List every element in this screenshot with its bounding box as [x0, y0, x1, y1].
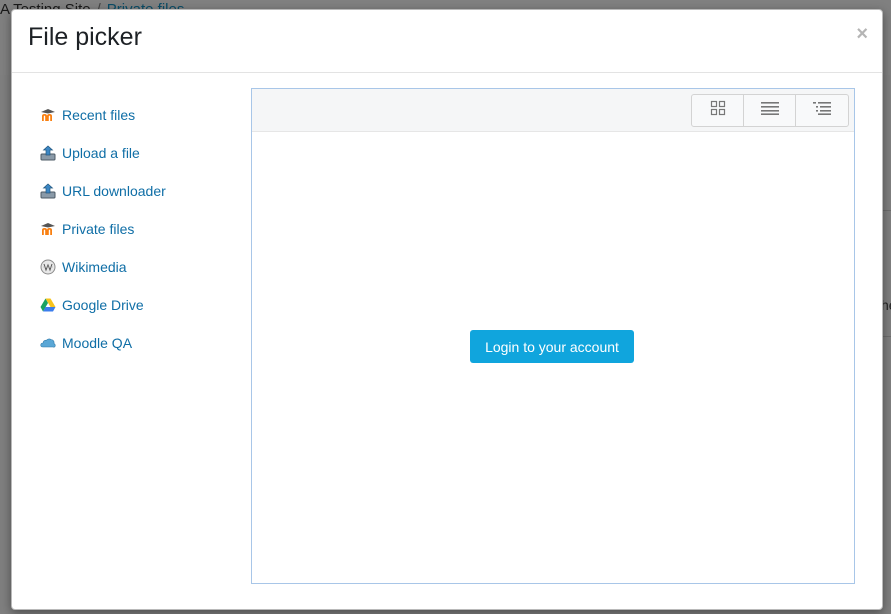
list-view-button[interactable] [744, 95, 796, 126]
grid-icon [710, 100, 726, 121]
moodle-icon [40, 107, 56, 123]
tree-view-button[interactable] [796, 95, 848, 126]
repository-item-moodle-qa[interactable]: Moodle QA [40, 324, 240, 362]
repository-item-url-downloader[interactable]: URL downloader [40, 172, 240, 210]
dialog-title: File picker [28, 23, 142, 51]
login-button[interactable]: Login to your account [470, 330, 634, 363]
repository-label: Private files [62, 221, 135, 237]
file-browser-toolbar [252, 89, 854, 132]
file-browser-panel: Login to your account [251, 88, 855, 584]
repository-item-upload-a-file[interactable]: Upload a file [40, 134, 240, 172]
view-switcher [691, 94, 849, 127]
icons-view-button[interactable] [692, 95, 744, 126]
repository-list: Recent files Upload a file URL downloade… [40, 96, 240, 362]
cloud-icon [40, 335, 56, 351]
repository-label: Google Drive [62, 297, 144, 313]
dialog-header: File picker × [12, 10, 882, 73]
list-icon [760, 101, 779, 120]
close-button[interactable]: × [856, 24, 868, 44]
repository-label: URL downloader [62, 183, 166, 199]
tree-list-icon [813, 101, 831, 120]
repository-label: Upload a file [62, 145, 140, 161]
repository-item-private-files[interactable]: Private files [40, 210, 240, 248]
repository-label: Wikimedia [62, 259, 127, 275]
repository-label: Recent files [62, 107, 136, 123]
repository-item-google-drive[interactable]: Google Drive [40, 286, 240, 324]
repository-item-wikimedia[interactable]: Wikimedia [40, 248, 240, 286]
repository-item-recent-files[interactable]: Recent files [40, 96, 240, 134]
moodle-icon [40, 221, 56, 237]
file-picker-dialog: File picker × Recent files Upload a file… [11, 9, 883, 610]
wikipedia-icon [40, 259, 56, 275]
upload-icon [40, 183, 56, 199]
repository-label: Moodle QA [62, 335, 133, 351]
upload-icon [40, 145, 56, 161]
google-drive-icon [40, 297, 56, 313]
